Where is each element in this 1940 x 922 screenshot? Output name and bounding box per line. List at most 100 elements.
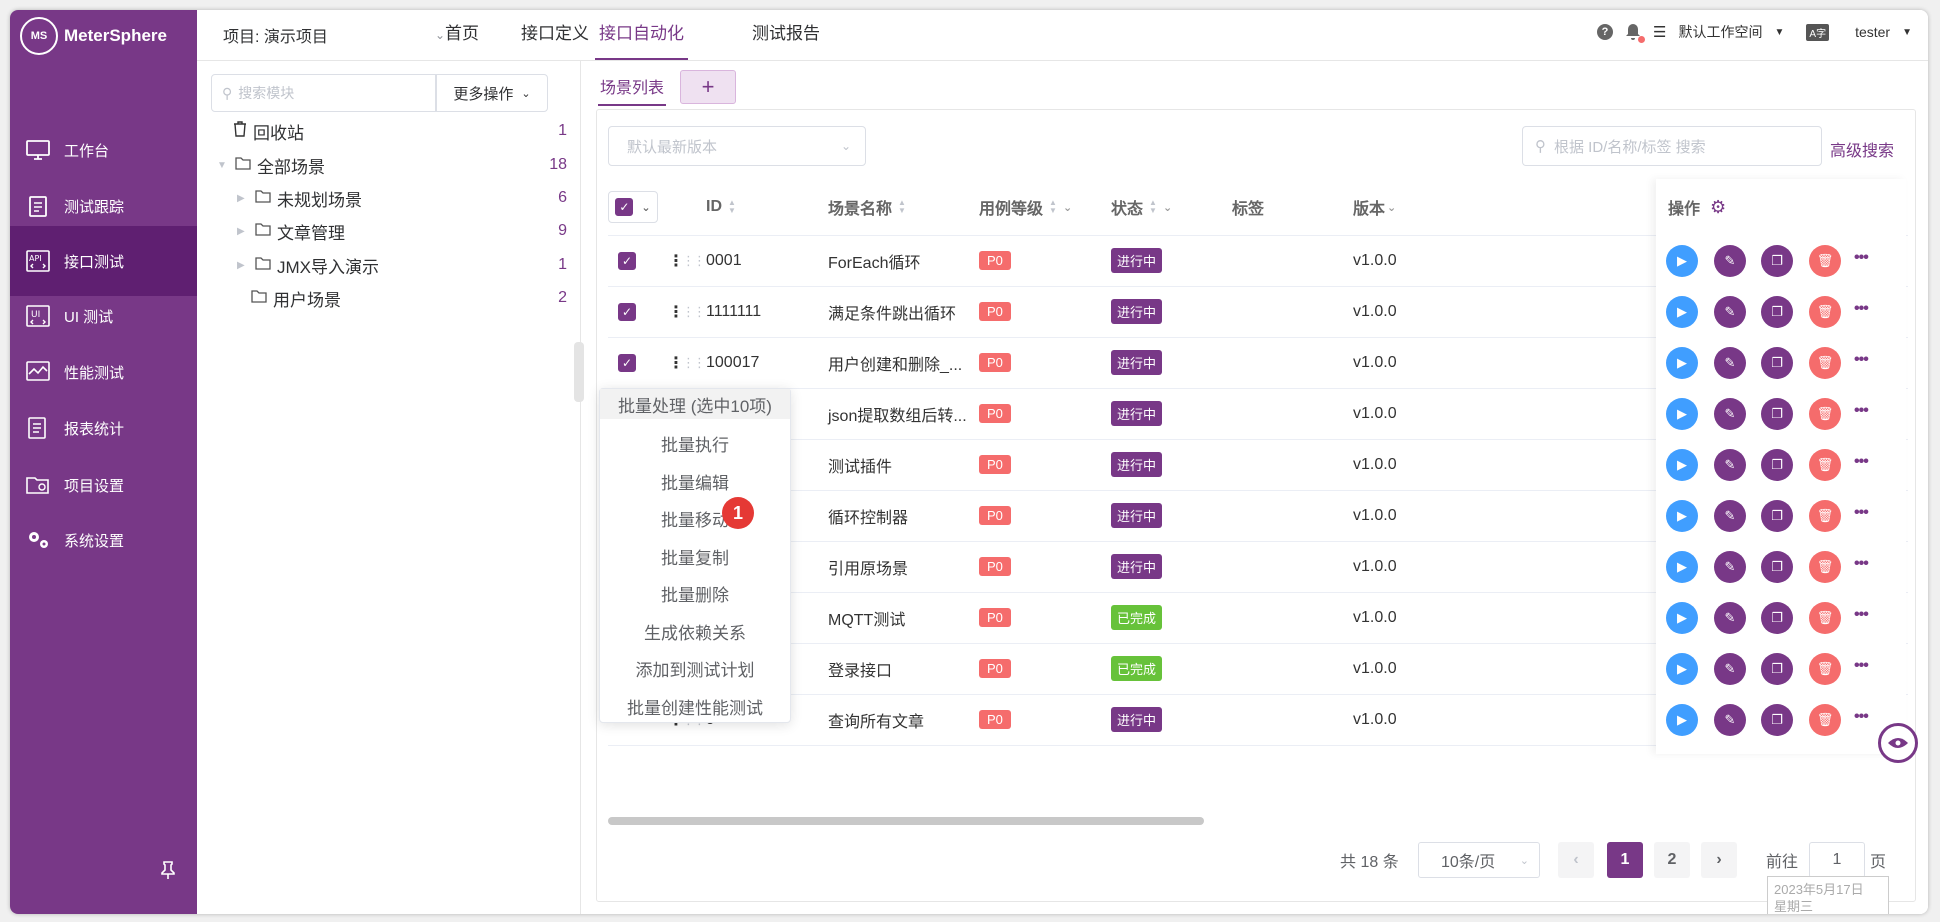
edit-button[interactable]: ✎ [1714,296,1746,328]
scenario-search-input[interactable]: ⚲ 根据 ID/名称/标签 搜索 [1522,126,1822,166]
row-checkbox[interactable]: ✓ [618,251,636,270]
sort-icon[interactable]: ▲ ▼ [1049,199,1057,215]
copy-button[interactable]: ❐ [1761,653,1793,685]
row-name[interactable]: json提取数组后转... [828,388,967,439]
more-actions-icon[interactable]: ••• [1854,555,1869,573]
caret-right-icon[interactable]: ▶ [237,260,249,271]
drag-handle-icon[interactable]: ⋮⋮ [682,235,706,286]
run-button[interactable]: ▶ [1666,347,1698,379]
more-actions-icon[interactable]: ••• [1854,300,1869,318]
tab-home[interactable]: 首页 [441,10,483,58]
batch-menu-item[interactable]: 批量移动 [600,500,790,537]
delete-button[interactable]: 🗑 [1809,296,1841,328]
column-id[interactable]: ID ▲ ▼ [706,179,736,235]
delete-button[interactable]: 🗑 [1809,653,1841,685]
edit-button[interactable]: ✎ [1714,449,1746,481]
delete-button[interactable]: 🗑 [1809,347,1841,379]
gear-icon[interactable]: ⚙ [1710,197,1726,218]
edit-button[interactable]: ✎ [1714,602,1746,634]
more-actions-icon[interactable]: ••• [1854,351,1869,369]
user-menu[interactable]: tester [1855,24,1890,40]
copy-button[interactable]: ❐ [1761,704,1793,736]
tab-api-automation[interactable]: 接口自动化 [595,10,688,60]
version-select[interactable]: 默认最新版本 ⌄ [608,126,866,166]
filter-icon[interactable]: ⌄ [1163,201,1172,214]
tree-node[interactable]: 用户场景 2 [197,283,567,313]
copy-button[interactable]: ❐ [1761,551,1793,583]
edit-button[interactable]: ✎ [1714,704,1746,736]
more-operations-button[interactable]: 更多操作 ⌄ [436,74,548,112]
tab-scenario-list[interactable]: 场景列表 [598,68,667,106]
column-status[interactable]: 状态 ▲ ▼ ⌄ [1111,179,1172,235]
copy-button[interactable]: ❐ [1761,245,1793,277]
delete-button[interactable]: 🗑 [1809,398,1841,430]
row-name[interactable]: 测试插件 [828,439,892,490]
page-button-2[interactable]: 2 [1654,842,1690,878]
copy-button[interactable]: ❐ [1761,296,1793,328]
goto-page-input[interactable]: 1 [1809,842,1865,878]
more-actions-icon[interactable]: ••• [1854,402,1869,420]
project-selector[interactable]: 项目: 演示项目 ⌄ [223,23,445,47]
more-actions-icon[interactable]: ••• [1854,606,1869,624]
edit-button[interactable]: ✎ [1714,500,1746,532]
delete-button[interactable]: 🗑 [1809,449,1841,481]
row-name[interactable]: 登录接口 [828,643,892,694]
batch-menu-item[interactable]: 批量执行 [600,425,790,462]
select-all-checkbox[interactable]: ✓ [615,198,634,216]
tree-node[interactable]: ▶ JMX导入演示 1 [197,250,567,280]
caret-right-icon[interactable]: ▶ [237,226,249,237]
prev-page-button[interactable]: ‹ [1558,842,1594,878]
tab-test-report[interactable]: 测试报告 [748,10,824,58]
run-button[interactable]: ▶ [1666,653,1698,685]
tree-node[interactable]: 回收站 1 [197,116,567,146]
delete-button[interactable]: 🗑 [1809,602,1841,634]
run-button[interactable]: ▶ [1666,551,1698,583]
delete-button[interactable]: 🗑 [1809,551,1841,583]
tree-node[interactable]: ▶ 文章管理 9 [197,216,567,246]
run-button[interactable]: ▶ [1666,500,1698,532]
advanced-search-link[interactable]: 高级搜索 [1830,137,1894,161]
language-icon[interactable]: A字 [1806,23,1830,41]
bell-icon[interactable] [1625,23,1646,43]
run-button[interactable]: ▶ [1666,704,1698,736]
delete-button[interactable]: 🗑 [1809,500,1841,532]
eye-icon[interactable] [1878,723,1918,763]
copy-button[interactable]: ❐ [1761,449,1793,481]
batch-menu-item[interactable]: 批量编辑 [600,463,790,500]
help-icon[interactable]: ? [1597,24,1614,40]
column-name[interactable]: 场景名称 ▲ ▼ [828,179,906,235]
drag-handle-icon[interactable]: ⋮⋮ [682,337,706,388]
horizontal-scrollbar[interactable] [608,817,1204,825]
edit-button[interactable]: ✎ [1714,551,1746,583]
run-button[interactable]: ▶ [1666,398,1698,430]
batch-menu-item[interactable]: 批量删除 [600,575,790,612]
panel-collapse-handle[interactable] [574,342,584,402]
tree-node[interactable]: ▶ 未规划场景 6 [197,183,567,213]
row-name[interactable]: 循环控制器 [828,490,908,541]
tree-node[interactable]: ▼ 全部场景 18 [197,150,567,180]
row-name[interactable]: 查询所有文章 [828,694,924,745]
copy-button[interactable]: ❐ [1761,347,1793,379]
more-actions-icon[interactable]: ••• [1854,249,1869,267]
column-version[interactable]: 版本 ⌄ [1353,179,1396,235]
workspace-selector[interactable]: 默认工作空间 [1679,22,1763,42]
add-tab-button[interactable]: + [680,70,737,104]
edit-button[interactable]: ✎ [1714,245,1746,277]
logo[interactable]: MS MeterSphere [20,16,167,56]
caret-right-icon[interactable]: ▶ [237,193,249,204]
column-level[interactable]: 用例等级 ▲ ▼ ⌄ [979,179,1072,235]
copy-button[interactable]: ❐ [1761,500,1793,532]
sort-icon[interactable]: ▲ ▼ [1149,199,1157,215]
sidebar-item-7[interactable]: 系统设置 [10,505,197,575]
row-name[interactable]: 满足条件跳出循环 [828,286,956,337]
pin-icon[interactable] [156,858,180,882]
run-button[interactable]: ▶ [1666,296,1698,328]
row-name[interactable]: 引用原场景 [828,541,908,592]
page-button-1[interactable]: 1 [1607,842,1643,878]
edit-button[interactable]: ✎ [1714,653,1746,685]
edit-button[interactable]: ✎ [1714,347,1746,379]
select-all-dropdown[interactable]: ✓ ⌄ [608,179,658,235]
row-name[interactable]: 用户创建和删除_... [828,337,962,388]
batch-menu-item[interactable]: 批量创建性能测试 [600,688,790,725]
filter-icon[interactable]: ⌄ [1063,201,1072,214]
